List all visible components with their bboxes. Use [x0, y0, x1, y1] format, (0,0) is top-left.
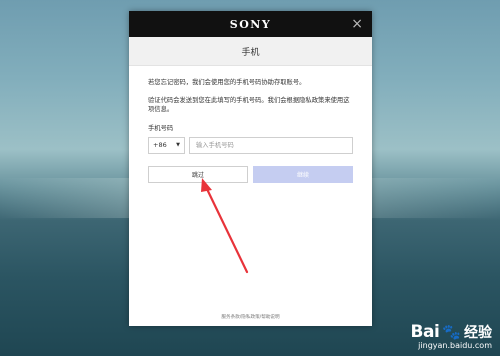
dialog-header-bar: SONY × — [129, 11, 372, 37]
close-icon[interactable]: × — [351, 16, 363, 32]
action-buttons: 跳过 继续 — [148, 165, 353, 183]
continue-button[interactable]: 继续 — [253, 165, 353, 183]
phone-number-input[interactable] — [189, 136, 353, 154]
intro-text: 若您忘记密码，我们会使用您的手机号码协助存取账号。 — [148, 79, 306, 86]
watermark-suffix: 经验 — [464, 325, 492, 341]
watermark-url: jingyan.baidu.com — [418, 341, 492, 350]
phone-row: +86 ▼ — [148, 136, 353, 154]
dialog-title: 手机 — [129, 37, 372, 66]
sony-logo: SONY — [229, 17, 272, 31]
baidu-watermark: Bai 🐾 经验 jingyan.baidu.com — [411, 322, 492, 350]
country-code-value: +86 — [153, 141, 167, 149]
verification-text: 验证代码会发送到您在此填写的手机号码。我们会根据隐私政策来使用这项信息。 — [148, 96, 350, 114]
country-code-select[interactable]: +86 ▼ — [148, 136, 185, 154]
watermark-brand: Bai — [410, 322, 440, 342]
dialog-body: 若您忘记密码，我们会使用您的手机号码协助存取账号。 验证代码会发送到您在此填写的… — [129, 66, 372, 183]
footer-links[interactable]: 服务条款/隐私政策/帮助说明 — [129, 314, 372, 320]
skip-button[interactable]: 跳过 — [148, 165, 248, 183]
phone-label: 手机号码 — [148, 124, 174, 132]
chevron-down-icon: ▼ — [176, 142, 180, 148]
phone-dialog: SONY × 手机 若您忘记密码，我们会使用您的手机号码协助存取账号。 验证代码… — [129, 11, 372, 326]
paw-icon: 🐾 — [442, 323, 461, 341]
